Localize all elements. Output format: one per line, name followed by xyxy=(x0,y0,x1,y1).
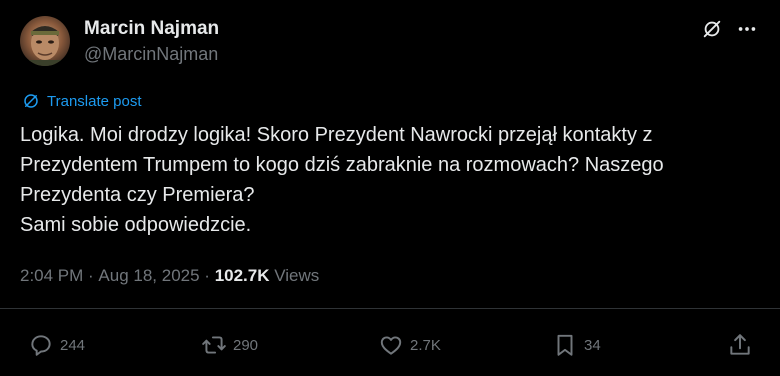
meta-separator: · xyxy=(199,266,215,285)
repost-count: 290 xyxy=(233,336,259,354)
like-button[interactable]: 2.7K xyxy=(378,330,441,360)
translate-post-link[interactable]: Translate post xyxy=(22,92,142,110)
reply-button[interactable]: 244 xyxy=(28,330,85,360)
author-handle[interactable]: @MarcinNajman xyxy=(84,44,218,65)
divider xyxy=(0,308,780,309)
translate-post-label: Translate post xyxy=(47,92,142,110)
meta-separator: · xyxy=(83,266,99,285)
bookmark-icon xyxy=(557,334,573,356)
views-label: Views xyxy=(269,266,320,285)
bookmark-button[interactable]: 34 xyxy=(552,330,601,360)
bookmark-count: 34 xyxy=(584,336,601,354)
like-count: 2.7K xyxy=(410,336,441,354)
views-count[interactable]: 102.7K xyxy=(215,266,270,286)
heart-icon xyxy=(380,336,402,355)
reply-count: 244 xyxy=(60,336,86,354)
repost-button[interactable]: 290 xyxy=(201,330,258,360)
author-name[interactable]: Marcin Najman xyxy=(84,18,219,40)
more-options-icon[interactable] xyxy=(733,16,761,42)
repost-icon xyxy=(202,336,226,354)
avatar[interactable] xyxy=(20,16,70,66)
share-button[interactable] xyxy=(727,330,753,360)
grok-icon[interactable] xyxy=(699,16,725,42)
tweet-meta: 2:04 PM · Aug 18, 2025 · 102.7K Views xyxy=(20,266,319,286)
translate-icon xyxy=(24,94,38,108)
tweet-date[interactable]: Aug 18, 2025 xyxy=(98,266,199,286)
reply-icon xyxy=(31,335,51,356)
tweet-time[interactable]: 2:04 PM xyxy=(20,266,83,286)
tweet-text: Logika. Moi drodzy logika! Skoro Prezyde… xyxy=(20,124,664,236)
share-icon xyxy=(730,334,750,355)
